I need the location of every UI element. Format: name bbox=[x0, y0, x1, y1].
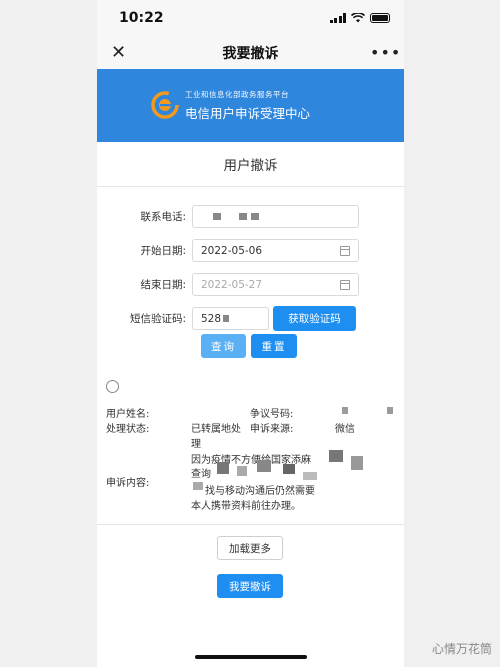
close-icon[interactable]: ✕ bbox=[111, 42, 131, 63]
mosaic-block bbox=[193, 482, 203, 490]
masked-digits bbox=[213, 213, 221, 220]
get-code-button[interactable]: 获取验证码 bbox=[273, 306, 356, 331]
masked-digits bbox=[251, 213, 259, 220]
reset-button[interactable]: 重置 bbox=[251, 334, 297, 358]
left-margin bbox=[0, 0, 97, 667]
complaint-record: 用户姓名: 争议号码: 处理状态: 已转属地处 理 申诉来源: 微信 因为疫情不… bbox=[97, 380, 404, 525]
load-more-button[interactable]: 加载更多 bbox=[217, 536, 283, 560]
banner-subtitle: 工业和信息化部政务服务平台 bbox=[185, 90, 289, 99]
home-indicator bbox=[195, 655, 307, 659]
content-label: 申诉内容: bbox=[106, 478, 150, 489]
sms-code-input[interactable]: 528 bbox=[192, 307, 269, 330]
calendar-icon bbox=[340, 279, 350, 290]
end-date-placeholder: 2022-05-27 bbox=[201, 278, 263, 291]
mosaic-block bbox=[217, 462, 229, 474]
status-time: 10:22 bbox=[119, 10, 164, 26]
status-bar: 10:22 bbox=[97, 0, 404, 36]
calendar-icon bbox=[340, 245, 350, 256]
submit-withdraw-button[interactable]: 我要撤诉 bbox=[217, 574, 283, 598]
end-date-input[interactable]: 2022-05-27 bbox=[192, 273, 359, 296]
mosaic-block bbox=[303, 472, 317, 480]
wifi-icon bbox=[351, 13, 365, 23]
mosaic-block bbox=[257, 460, 271, 472]
masked-number bbox=[342, 407, 348, 414]
masked-digits bbox=[223, 315, 230, 322]
more-icon[interactable]: ••• bbox=[370, 43, 400, 62]
mosaic-block bbox=[329, 450, 343, 462]
nav-bar: ✕ 我要撤诉 ••• bbox=[97, 36, 404, 69]
start-date-input[interactable]: 2022-05-06 bbox=[192, 239, 359, 262]
phone-screen: 10:22 ✕ 我要撤诉 ••• 工业和信息化部政务服务平台 电信用户申诉受理中… bbox=[97, 0, 404, 667]
source-label: 申诉来源: bbox=[250, 424, 294, 435]
mosaic-block bbox=[283, 464, 295, 474]
watermark: 心情万花筒 bbox=[431, 642, 492, 656]
nav-title: 我要撤诉 bbox=[222, 45, 279, 62]
signal-icon bbox=[329, 13, 346, 23]
banner-title: 电信用户申诉受理中心 bbox=[185, 106, 311, 121]
header-banner: 工业和信息化部政务服务平台 电信用户申诉受理中心 bbox=[97, 69, 404, 142]
source-value: 微信 bbox=[335, 424, 355, 435]
masked-number bbox=[387, 407, 393, 414]
content-line-4: 本人携带资料前往办理。 bbox=[191, 501, 301, 512]
phone-input[interactable] bbox=[192, 205, 359, 228]
status-label: 处理状态: bbox=[106, 424, 150, 435]
status-icons bbox=[329, 13, 390, 23]
right-margin bbox=[404, 0, 500, 667]
name-label: 用户姓名: bbox=[106, 409, 150, 420]
battery-icon bbox=[370, 13, 390, 23]
content-line-3: 找与移动沟通后仍然需要 bbox=[205, 486, 315, 497]
end-date-label: 结束日期: bbox=[140, 279, 186, 291]
content-line-2: 查询 bbox=[191, 469, 211, 480]
query-form: 联系电话: 开始日期: 2022-05-06 结束日期: 2022-05-27 … bbox=[97, 187, 404, 358]
start-date-label: 开始日期: bbox=[140, 245, 186, 257]
page-title: 用户撤诉 bbox=[97, 142, 404, 187]
list-divider bbox=[97, 524, 404, 525]
ministry-logo-icon bbox=[151, 91, 179, 119]
query-button[interactable]: 查询 bbox=[201, 334, 246, 358]
mosaic-block bbox=[351, 456, 363, 470]
dispute-label: 争议号码: bbox=[250, 409, 294, 420]
status-value-cont: 理 bbox=[191, 439, 201, 450]
sms-code-label: 短信验证码: bbox=[129, 313, 186, 325]
record-radio[interactable] bbox=[106, 380, 119, 393]
status-value: 已转属地处 bbox=[191, 424, 241, 435]
phone-label: 联系电话: bbox=[140, 211, 186, 223]
masked-digits bbox=[239, 213, 247, 220]
start-date-value: 2022-05-06 bbox=[201, 244, 263, 257]
sms-code-value: 528 bbox=[201, 312, 222, 325]
mosaic-block bbox=[237, 466, 247, 476]
